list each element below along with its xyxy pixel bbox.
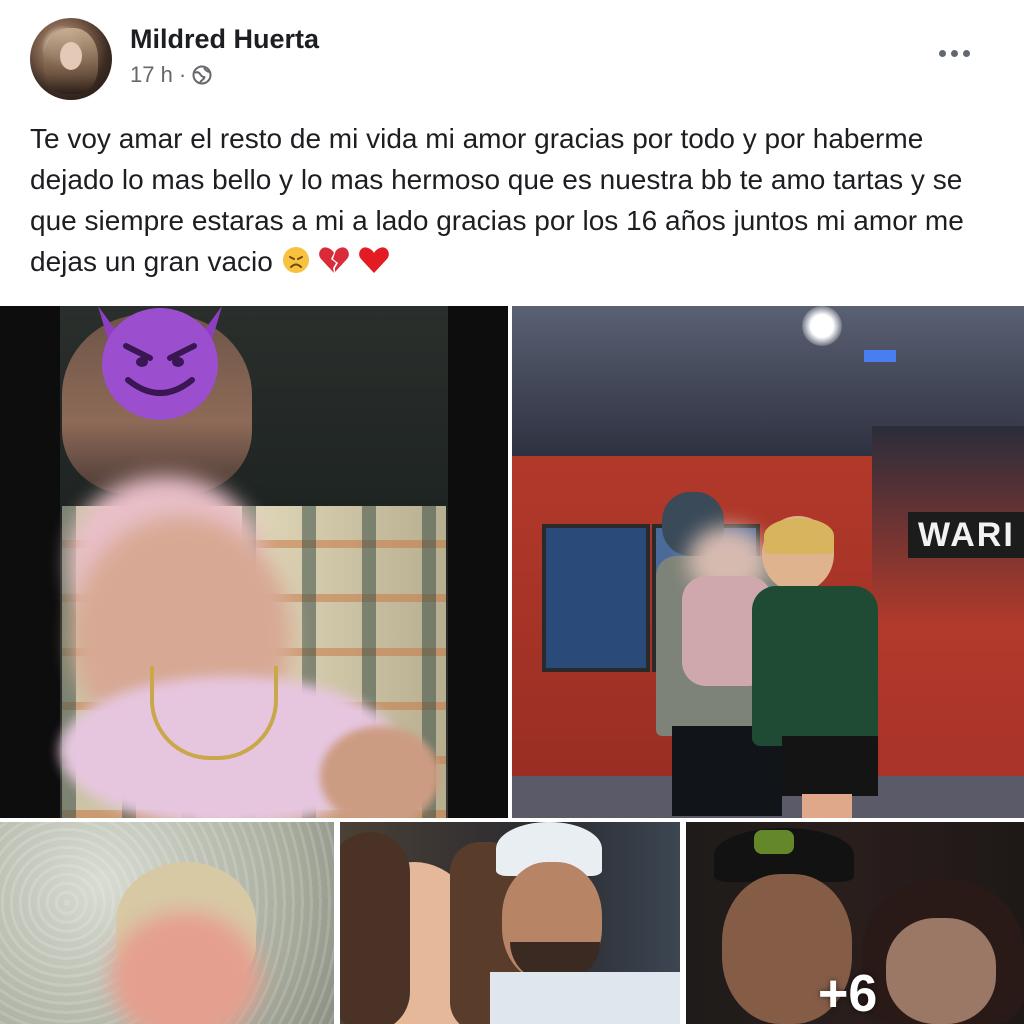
photo-1[interactable] bbox=[0, 306, 508, 818]
red-heart-icon bbox=[359, 247, 390, 273]
post-text: Te voy amar el resto de mi vida mi amor … bbox=[30, 123, 964, 277]
photo-gallery: WARI bbox=[0, 302, 1024, 1024]
globe-icon[interactable] bbox=[192, 65, 212, 85]
photo-3[interactable] bbox=[0, 822, 334, 1024]
more-photos-count[interactable]: +6 bbox=[818, 964, 877, 1024]
post-time[interactable]: 17 h bbox=[130, 62, 173, 88]
photo-4[interactable] bbox=[340, 822, 680, 1024]
author-avatar[interactable] bbox=[30, 18, 112, 100]
meta-separator: · bbox=[178, 62, 187, 87]
post-text-block: Te voy amar el resto de mi vida mi amor … bbox=[30, 118, 990, 282]
post-header: Mildred Huerta 17 h · bbox=[0, 0, 1024, 110]
disappointed-face-icon bbox=[282, 247, 309, 273]
broken-heart-icon bbox=[319, 247, 350, 273]
avatar-face bbox=[60, 42, 82, 70]
author-name[interactable]: Mildred Huerta bbox=[130, 24, 319, 55]
wari-sign-text: WARI bbox=[918, 515, 1015, 554]
more-options-icon[interactable] bbox=[930, 38, 978, 68]
wari-sign: WARI bbox=[908, 512, 1024, 558]
photo-2[interactable]: WARI bbox=[512, 306, 1024, 818]
post-meta: 17 h · bbox=[130, 62, 212, 88]
devil-face-icon bbox=[98, 306, 222, 420]
